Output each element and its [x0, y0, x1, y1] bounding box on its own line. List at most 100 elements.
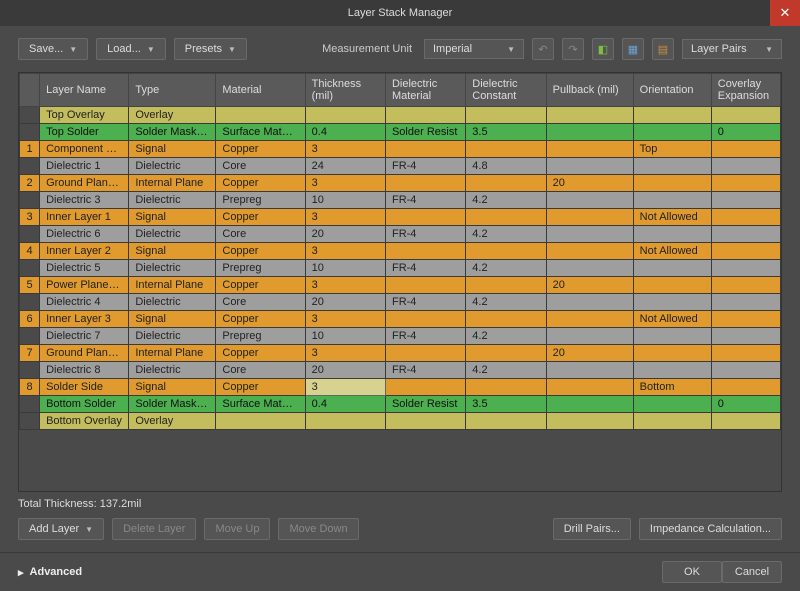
cell-pull[interactable] — [546, 226, 633, 243]
cell-material[interactable]: Prepreg — [216, 260, 305, 277]
cell-material[interactable]: Prepreg — [216, 328, 305, 345]
cell-dmat[interactable] — [385, 141, 465, 158]
cell-type[interactable]: Signal — [129, 243, 216, 260]
table-row[interactable]: Dielectric 6DielectricCore20FR-44.2 — [20, 226, 781, 243]
cell-cov[interactable] — [711, 192, 780, 209]
table-row[interactable]: Bottom OverlayOverlay — [20, 413, 781, 430]
cell-dconst[interactable] — [466, 243, 546, 260]
cell-type[interactable]: Dielectric — [129, 328, 216, 345]
cell-thk[interactable]: 20 — [305, 362, 385, 379]
cell-thk[interactable]: 10 — [305, 260, 385, 277]
cell-material[interactable]: Copper — [216, 311, 305, 328]
cell-material[interactable]: Copper — [216, 379, 305, 396]
cell-pull[interactable] — [546, 362, 633, 379]
table-row[interactable]: Top SolderSolder Mask/Co...Surface Mater… — [20, 124, 781, 141]
cell-name[interactable]: Dielectric 7 — [40, 328, 129, 345]
cell-num[interactable] — [20, 362, 40, 379]
cell-material[interactable]: Copper — [216, 243, 305, 260]
cell-num[interactable]: 3 — [20, 209, 40, 226]
table-row[interactable]: 4Inner Layer 2SignalCopper3Not Allowed — [20, 243, 781, 260]
cell-dconst[interactable] — [466, 345, 546, 362]
cell-orient[interactable] — [633, 226, 711, 243]
measurement-unit-select[interactable]: Imperial▼ — [424, 39, 524, 59]
table-row[interactable]: 6Inner Layer 3SignalCopper3Not Allowed — [20, 311, 781, 328]
cell-dmat[interactable]: Solder Resist — [385, 124, 465, 141]
cell-thk[interactable]: 3 — [305, 175, 385, 192]
cell-type[interactable]: Overlay — [129, 107, 216, 124]
cell-thk[interactable]: 0.4 — [305, 396, 385, 413]
cell-name[interactable]: Ground Plane 2 ... — [40, 345, 129, 362]
cell-type[interactable]: Dielectric — [129, 226, 216, 243]
table-row[interactable]: Dielectric 3DielectricPrepreg10FR-44.2 — [20, 192, 781, 209]
save-button[interactable]: Save...▼ — [18, 38, 88, 60]
cell-cov[interactable] — [711, 226, 780, 243]
column-header[interactable]: Orientation — [633, 74, 711, 107]
cell-name[interactable]: Solder Side — [40, 379, 129, 396]
cell-name[interactable]: Dielectric 5 — [40, 260, 129, 277]
cell-dmat[interactable]: FR-4 — [385, 362, 465, 379]
cell-dmat[interactable] — [385, 107, 465, 124]
cell-material[interactable]: Surface Material — [216, 396, 305, 413]
table-row[interactable]: Dielectric 7DielectricPrepreg10FR-44.2 — [20, 328, 781, 345]
cell-thk[interactable]: 10 — [305, 192, 385, 209]
cell-cov[interactable] — [711, 243, 780, 260]
cell-cov[interactable] — [711, 107, 780, 124]
table-row[interactable]: 5Power Plane (VC...Internal PlaneCopper3… — [20, 277, 781, 294]
table-row[interactable]: 8Solder SideSignalCopper3Bottom — [20, 379, 781, 396]
cell-name[interactable]: Dielectric 4 — [40, 294, 129, 311]
cell-cov[interactable] — [711, 345, 780, 362]
cell-pull[interactable] — [546, 243, 633, 260]
cell-name[interactable]: Bottom Overlay — [40, 413, 129, 430]
cell-orient[interactable]: Not Allowed — [633, 243, 711, 260]
table-row[interactable]: Dielectric 8DielectricCore20FR-44.2 — [20, 362, 781, 379]
cell-pull[interactable] — [546, 396, 633, 413]
cell-type[interactable]: Internal Plane — [129, 345, 216, 362]
cell-dmat[interactable] — [385, 379, 465, 396]
cell-thk[interactable]: 3 — [305, 311, 385, 328]
cell-num[interactable] — [20, 328, 40, 345]
drill-pairs-button[interactable]: Drill Pairs... — [553, 518, 631, 540]
cell-thk[interactable]: 3 — [305, 141, 385, 158]
cell-cov[interactable] — [711, 209, 780, 226]
tool-button-3[interactable] — [652, 38, 674, 60]
cell-thk[interactable]: 3 — [305, 209, 385, 226]
cell-orient[interactable] — [633, 124, 711, 141]
cell-dconst[interactable] — [466, 413, 546, 430]
cell-material[interactable]: Copper — [216, 141, 305, 158]
column-header[interactable]: Type — [129, 74, 216, 107]
cell-dconst[interactable]: 3.5 — [466, 396, 546, 413]
cell-material[interactable]: Copper — [216, 277, 305, 294]
cell-cov[interactable] — [711, 311, 780, 328]
cell-thk[interactable]: 3 — [305, 277, 385, 294]
cell-num[interactable] — [20, 192, 40, 209]
cell-pull[interactable] — [546, 141, 633, 158]
cell-cov[interactable] — [711, 413, 780, 430]
cell-dmat[interactable] — [385, 175, 465, 192]
tool-button-1[interactable] — [592, 38, 614, 60]
column-header[interactable] — [20, 74, 40, 107]
cell-material[interactable]: Copper — [216, 345, 305, 362]
cell-dconst[interactable]: 3.5 — [466, 124, 546, 141]
cell-thk[interactable]: 3 — [305, 243, 385, 260]
cell-type[interactable]: Signal — [129, 311, 216, 328]
cell-num[interactable]: 5 — [20, 277, 40, 294]
cell-num[interactable] — [20, 260, 40, 277]
cell-material[interactable]: Surface Material — [216, 124, 305, 141]
table-row[interactable]: 1Component SideSignalCopper3Top — [20, 141, 781, 158]
cell-type[interactable]: Dielectric — [129, 192, 216, 209]
layer-pairs-select[interactable]: Layer Pairs▼ — [682, 39, 782, 59]
cell-orient[interactable] — [633, 294, 711, 311]
move-down-button[interactable]: Move Down — [278, 518, 358, 540]
cell-pull[interactable] — [546, 158, 633, 175]
cell-num[interactable] — [20, 226, 40, 243]
table-row[interactable]: Bottom SolderSolder Mask/Co...Surface Ma… — [20, 396, 781, 413]
cell-material[interactable]: Copper — [216, 175, 305, 192]
cell-orient[interactable]: Not Allowed — [633, 209, 711, 226]
cell-cov[interactable] — [711, 175, 780, 192]
cell-thk[interactable] — [305, 413, 385, 430]
cancel-button[interactable]: Cancel — [722, 561, 782, 583]
presets-button[interactable]: Presets▼ — [174, 38, 247, 60]
cell-pull[interactable]: 20 — [546, 345, 633, 362]
cell-dmat[interactable]: FR-4 — [385, 260, 465, 277]
cell-orient[interactable] — [633, 328, 711, 345]
